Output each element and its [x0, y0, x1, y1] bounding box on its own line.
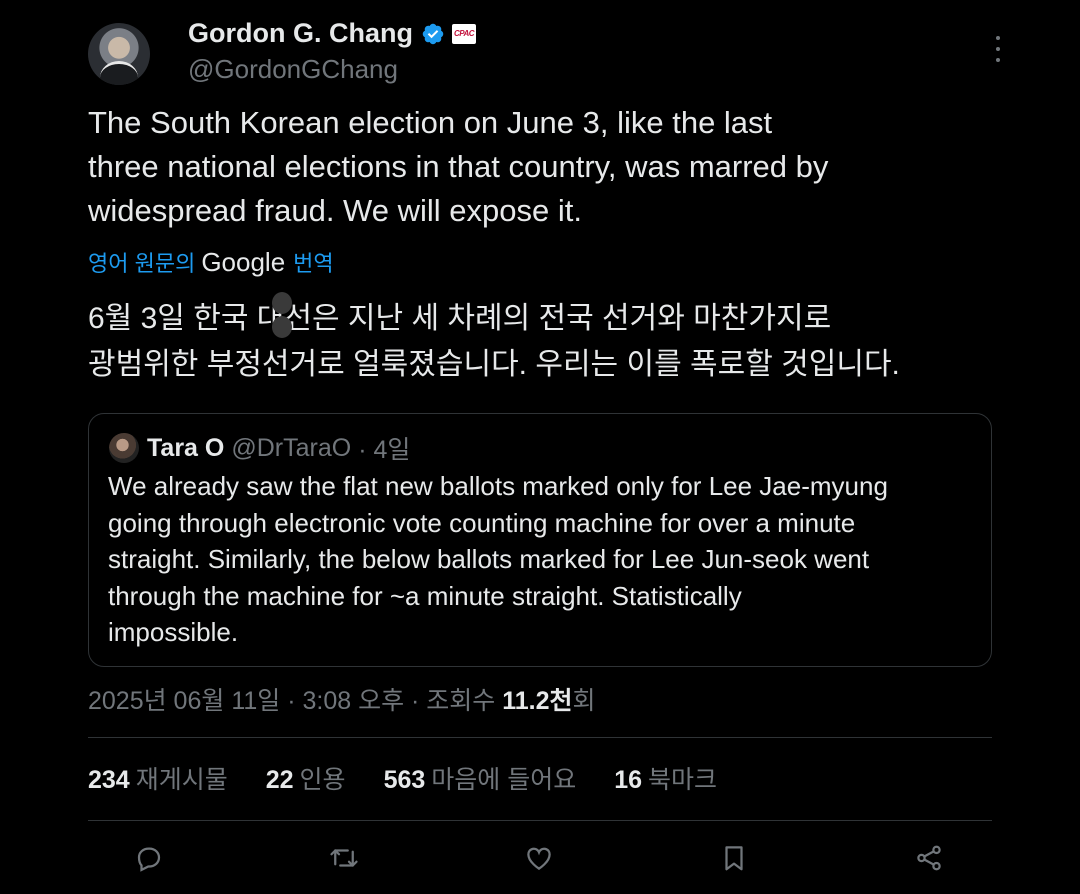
- stat-label: 마음에 들어요: [431, 766, 577, 794]
- stat-bookmarks[interactable]: 16 북마크: [614, 760, 717, 796]
- timestamp[interactable]: 2025년 06월 11일 · 3:08 오후 · 조회수: [88, 681, 502, 717]
- quoted-author-name: Tara O: [147, 433, 225, 462]
- author-name-row: Gordon G. Chang CPAC: [188, 18, 476, 49]
- like-icon[interactable]: [519, 838, 559, 878]
- view-suffix: 회: [572, 687, 596, 715]
- author-name[interactable]: Gordon G. Chang: [188, 18, 413, 49]
- stat-likes[interactable]: 563 마음에 들어요: [384, 760, 577, 796]
- more-options-icon[interactable]: [990, 36, 1006, 62]
- translated-text: 6월 3일 한국 대선은 지난 세 차례의 전국 선거와 마찬가지로 광범위한 …: [88, 302, 900, 381]
- translate-prefix: 영어 원문의: [88, 251, 196, 276]
- author-handle[interactable]: @GordonGChang: [188, 54, 398, 85]
- repost-icon[interactable]: [324, 838, 364, 878]
- bookmark-icon[interactable]: [714, 838, 754, 878]
- stat-label: 인용: [299, 766, 346, 794]
- quoted-tweet-header: Tara O @DrTaraO · 4일: [109, 430, 410, 466]
- quoted-author-handle: @DrTaraO: [231, 433, 352, 462]
- action-bar: [0, 838, 1080, 878]
- stat-count: 16: [614, 766, 643, 794]
- stat-reposts[interactable]: 234 재게시물: [88, 760, 228, 796]
- quoted-author-avatar: [109, 433, 139, 463]
- translate-suffix: 번역: [293, 251, 334, 276]
- engagement-stats: 234 재게시물 22 인용 563 마음에 들어요 16 북마크: [88, 760, 755, 796]
- verified-badge-icon: [422, 23, 444, 44]
- stat-count: 234: [88, 766, 130, 794]
- author-avatar[interactable]: [88, 23, 150, 85]
- view-count: 11.2천: [502, 687, 573, 715]
- tweet-text: The South Korean election on June 3, lik…: [88, 105, 829, 228]
- stat-quotes[interactable]: 22 인용: [266, 760, 346, 796]
- quoted-time: · 4일: [358, 436, 411, 464]
- google-logo: Google: [201, 246, 286, 277]
- share-icon[interactable]: [909, 838, 949, 878]
- stat-label: 북마크: [648, 766, 718, 794]
- divider: [88, 737, 992, 738]
- divider: [88, 820, 992, 821]
- reply-icon[interactable]: [129, 838, 169, 878]
- stat-count: 22: [265, 766, 294, 794]
- affiliation-badge[interactable]: CPAC: [451, 23, 476, 44]
- stat-label: 재게시물: [135, 766, 228, 794]
- tweet-metadata: 2025년 06월 11일 · 3:08 오후 · 조회수 11.2천 회: [88, 681, 596, 717]
- translation-attribution[interactable]: 영어 원문의 Google 번역: [88, 246, 334, 278]
- affiliation-badge-text: CPAC: [453, 29, 475, 38]
- stat-count: 563: [383, 766, 426, 794]
- quoted-tweet[interactable]: Tara O @DrTaraO · 4일 We already saw the …: [88, 413, 992, 667]
- touch-smudge-icon: [270, 292, 294, 346]
- quoted-tweet-text: We already saw the flat new ballots mark…: [108, 471, 888, 647]
